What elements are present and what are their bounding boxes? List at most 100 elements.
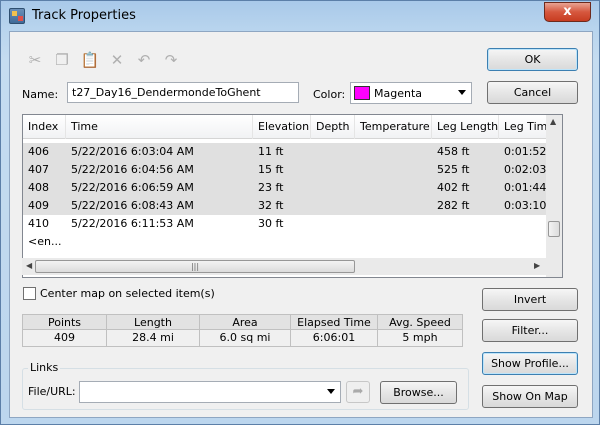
stat-length: Length 28.4 mi (107, 315, 200, 346)
cell-temperature (355, 197, 432, 215)
horizontal-scroll-thumb[interactable]: ||| (35, 260, 355, 273)
table-row[interactable]: 408 5/22/2016 6:06:59 AM 23 ft 402 ft 0:… (23, 179, 558, 197)
cell-temperature (355, 143, 432, 161)
scissors-icon[interactable]: ✂ (25, 50, 45, 70)
show-on-map-button[interactable]: Show On Map (482, 385, 578, 408)
filter-button[interactable]: Filter... (482, 319, 578, 342)
cell-depth (311, 143, 355, 161)
stat-value: 6.0 sq mi (219, 331, 271, 344)
stat-label: Elapsed Time (291, 315, 377, 330)
cell-time: 5/22/2016 6:03:04 AM (71, 145, 194, 158)
cell-elevation: 32 ft (258, 199, 284, 212)
scroll-right-icon[interactable]: ▶ (534, 261, 540, 270)
paste-icon[interactable]: 📋 (80, 50, 100, 70)
chevron-down-icon (458, 90, 466, 95)
vertical-scroll-thumb[interactable] (548, 221, 560, 237)
links-group-title: Links (28, 361, 61, 374)
column-elevation[interactable]: Elevation (253, 115, 311, 139)
cell-leg-length: 402 ft (437, 181, 470, 194)
file-url-input[interactable] (79, 381, 341, 403)
track-points-table[interactable]: Index Time Elevation Depth Temperature L… (22, 114, 559, 278)
stat-label: Points (23, 315, 106, 330)
table-row-end[interactable]: <en... (23, 233, 558, 251)
column-index[interactable]: Index (23, 115, 66, 139)
column-temperature[interactable]: Temperature (355, 115, 432, 139)
cell-leg-length: 525 ft (437, 163, 470, 176)
cancel-button[interactable]: Cancel (487, 81, 578, 104)
stat-label: Area (200, 315, 290, 330)
cell-leg-length: 282 ft (437, 199, 470, 212)
cell-elevation: 23 ft (258, 181, 284, 194)
column-depth[interactable]: Depth (311, 115, 355, 139)
color-label: Color: (313, 88, 346, 101)
cell-elevation: 30 ft (258, 217, 284, 230)
cell-leg-length: 458 ft (437, 145, 470, 158)
column-leg-length[interactable]: Leg Length (432, 115, 499, 139)
stat-label: Length (107, 315, 199, 330)
open-link-button[interactable]: ➦ (346, 381, 370, 403)
table-row[interactable]: 407 5/22/2016 6:04:56 AM 15 ft 525 ft 0:… (23, 161, 558, 179)
track-properties-window: Track Properties x ✂ ❐ 📋 ✕ ↶ ↷ OK Cancel… (0, 0, 600, 425)
cell-depth (311, 215, 355, 233)
cell-time: 5/22/2016 6:08:43 AM (71, 199, 194, 212)
table-row[interactable]: 409 5/22/2016 6:08:43 AM 32 ft 282 ft 0:… (23, 197, 558, 215)
cell-index: 409 (28, 199, 49, 212)
chevron-down-icon[interactable] (327, 389, 335, 394)
scroll-up-icon[interactable]: ▲ (550, 117, 556, 126)
cell-time: 5/22/2016 6:04:56 AM (71, 163, 194, 176)
color-dropdown[interactable]: Magenta (350, 82, 472, 104)
center-map-label[interactable]: Center map on selected item(s) (40, 287, 215, 300)
arrow-right-icon: ➦ (352, 384, 364, 399)
cell-temperature (355, 179, 432, 197)
show-profile-button[interactable]: Show Profile... (482, 352, 578, 375)
stat-elapsed-time: Elapsed Time 6:06:01 (291, 315, 378, 346)
stat-value: 28.4 mi (132, 331, 174, 344)
delete-icon[interactable]: ✕ (107, 50, 127, 70)
stat-value: 409 (54, 331, 75, 344)
cell-time: 5/22/2016 6:11:53 AM (71, 217, 194, 230)
name-input[interactable]: t27_Day16_DendermondeToGhent (67, 82, 299, 103)
cell-index: 410 (28, 217, 49, 230)
stat-avg-speed: Avg. Speed 5 mph (378, 315, 462, 346)
horizontal-scrollbar[interactable]: ◀ ||| ▶ (22, 258, 546, 275)
center-map-checkbox[interactable] (23, 287, 36, 300)
redo-icon[interactable]: ↷ (161, 50, 181, 70)
cell-depth (311, 179, 355, 197)
cell-index: 408 (28, 181, 49, 194)
cell-temperature (355, 161, 432, 179)
copy-icon[interactable]: ❐ (52, 50, 72, 70)
stat-value: 6:06:01 (312, 331, 356, 344)
column-time[interactable]: Time (66, 115, 253, 139)
cell-depth (311, 161, 355, 179)
cell-leg-length (432, 215, 499, 233)
undo-icon[interactable]: ↶ (134, 50, 154, 70)
cell-depth (311, 197, 355, 215)
track-statistics: Points 409 Length 28.4 mi Area 6.0 sq mi… (22, 314, 463, 347)
color-swatch (354, 86, 370, 100)
cell-temperature (355, 215, 432, 233)
close-button[interactable]: x (544, 2, 591, 22)
vertical-scrollbar[interactable]: ▲ (546, 114, 563, 278)
cell-time: 5/22/2016 6:06:59 AM (71, 181, 194, 194)
table-row[interactable]: 406 5/22/2016 6:03:04 AM 11 ft 458 ft 0:… (23, 143, 558, 161)
table-header: Index Time Elevation Depth Temperature L… (23, 115, 558, 139)
window-title: Track Properties (32, 8, 136, 23)
stat-value: 5 mph (402, 331, 438, 344)
color-value: Magenta (374, 87, 423, 100)
name-label: Name: (22, 88, 59, 101)
file-url-label: File/URL: (28, 385, 76, 398)
browse-button[interactable]: Browse... (380, 381, 457, 404)
table-row[interactable]: 410 5/22/2016 6:11:53 AM 30 ft (23, 215, 558, 233)
dialog-client-area: ✂ ❐ 📋 ✕ ↶ ↷ OK Cancel Name: t27_Day16_De… (9, 31, 593, 418)
cell-index: 406 (28, 145, 49, 158)
title-bar: Track Properties x (1, 1, 599, 31)
stat-area: Area 6.0 sq mi (200, 315, 291, 346)
app-icon (9, 8, 25, 24)
stat-points: Points 409 (23, 315, 107, 346)
invert-button[interactable]: Invert (482, 288, 578, 311)
cell-index: 407 (28, 163, 49, 176)
scroll-left-icon[interactable]: ◀ (26, 261, 32, 270)
ok-button[interactable]: OK (487, 48, 578, 71)
cell-elevation: 11 ft (258, 145, 284, 158)
stat-label: Avg. Speed (378, 315, 462, 330)
